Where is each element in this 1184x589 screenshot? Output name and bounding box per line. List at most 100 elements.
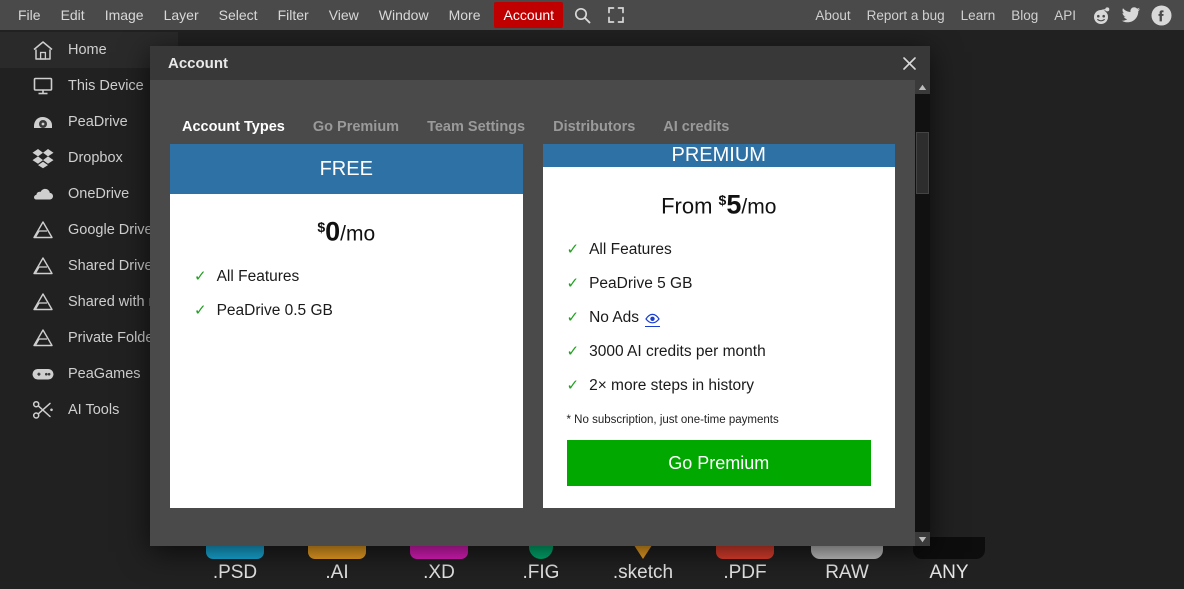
format-label: .XD (423, 561, 455, 585)
check-icon: ✓ (194, 267, 207, 285)
dialog-content: Account Types Go Premium Team Settings D… (150, 80, 915, 546)
plan-cards: FREE $0/mo ✓ All Features (150, 144, 915, 508)
menu-image[interactable]: Image (95, 2, 154, 28)
gamepad-icon (30, 362, 56, 386)
format-label: RAW (825, 561, 869, 585)
feature-item: ✓ 2× more steps in history (567, 376, 872, 395)
check-icon: ✓ (194, 301, 207, 319)
scissors-icon (30, 398, 56, 422)
sidebar-item-label: Dropbox (68, 150, 123, 166)
plan-features-free: ✓ All Features ✓ PeaDrive 0.5 GB (170, 267, 523, 335)
tab-account-types[interactable]: Account Types (170, 115, 297, 139)
sidebar-item-label: Private Folder (68, 330, 158, 346)
currency-symbol: $ (317, 219, 325, 235)
menu-file[interactable]: File (8, 2, 51, 28)
plan-header-premium: PREMIUM (543, 144, 896, 167)
format-label: .sketch (613, 561, 673, 585)
price-period: /mo (741, 195, 776, 218)
feature-item: ✓ 3000 AI credits per month (567, 342, 872, 361)
plan-card-free: FREE $0/mo ✓ All Features (170, 144, 523, 508)
format-label: ANY (929, 561, 968, 585)
dialog-body: Account Types Go Premium Team Settings D… (150, 80, 930, 546)
plan-features-premium: ✓ All Features ✓ PeaDrive 5 GB ✓ No Ads (543, 240, 896, 410)
dialog-title-bar: Account (150, 46, 930, 80)
sidebar-item-label: Home (68, 42, 107, 58)
sidebar-item-label: PeaGames (68, 366, 141, 382)
format-label: .FIG (523, 561, 560, 585)
price-amount: 0 (325, 216, 340, 246)
cloud-icon (30, 182, 56, 206)
plan-price-premium: From $5/mo (543, 183, 896, 224)
dialog-title: Account (168, 55, 228, 72)
menu-select[interactable]: Select (209, 2, 268, 28)
facebook-icon[interactable] (1148, 2, 1174, 28)
sidebar-item-label: This Device (68, 78, 144, 94)
reddit-icon[interactable] (1088, 2, 1114, 28)
feature-label: All Features (217, 268, 300, 286)
feature-label: PeaDrive 0.5 GB (217, 302, 333, 320)
sidebar-item-label: PeaDrive (68, 114, 128, 130)
link-api[interactable]: API (1046, 4, 1084, 27)
format-label: .AI (325, 561, 348, 585)
check-icon: ✓ (567, 274, 580, 292)
scrollbar-track[interactable] (915, 94, 930, 532)
plan-header-free: FREE (170, 144, 523, 194)
feature-item: ✓ All Features (567, 240, 872, 259)
dropbox-icon (30, 146, 56, 170)
check-icon: ✓ (567, 240, 580, 258)
link-about[interactable]: About (807, 4, 858, 27)
feature-label: All Features (589, 241, 672, 259)
plan-card-premium: PREMIUM From $5/mo ✓ All Features (543, 144, 896, 508)
feature-label: PeaDrive 5 GB (589, 275, 692, 293)
feature-label: No Ads (589, 309, 639, 327)
menu-more[interactable]: More (439, 2, 491, 28)
plan-price-free: $0/mo (170, 210, 523, 251)
price-prefix: From (661, 193, 718, 218)
google-drive-icon (30, 218, 56, 242)
google-drive-icon (30, 254, 56, 278)
menu-view[interactable]: View (319, 2, 369, 28)
link-learn[interactable]: Learn (953, 4, 1004, 27)
menu-window[interactable]: Window (369, 2, 439, 28)
drive-icon (30, 110, 56, 134)
top-menu-bar: File Edit Image Layer Select Filter View… (0, 0, 1184, 30)
check-icon: ✓ (567, 308, 580, 326)
scroll-down-arrow-icon[interactable] (915, 532, 930, 546)
go-premium-button[interactable]: Go Premium (567, 440, 872, 486)
link-report-a-bug[interactable]: Report a bug (859, 4, 953, 27)
twitter-icon[interactable] (1118, 2, 1144, 28)
sidebar-item-label: Google Drive (68, 222, 153, 238)
account-dialog: Account Account Types Go Premium Team Se… (150, 46, 930, 546)
tab-ai-credits[interactable]: AI credits (651, 115, 741, 139)
feature-label: 2× more steps in history (589, 377, 754, 395)
close-icon[interactable] (896, 50, 922, 76)
application-window: File Edit Image Layer Select Filter View… (0, 0, 1184, 589)
price-period: /mo (340, 222, 375, 245)
menu-filter[interactable]: Filter (268, 2, 319, 28)
dialog-scrollbar[interactable] (915, 80, 930, 546)
link-blog[interactable]: Blog (1003, 4, 1046, 27)
account-button[interactable]: Account (494, 2, 563, 28)
menu-edit[interactable]: Edit (51, 2, 95, 28)
menu-bar-right-group: About Report a bug Learn Blog API (807, 2, 1184, 28)
sidebar-item-label: Shared Drives (68, 258, 160, 274)
format-label: .PDF (723, 561, 766, 585)
menu-bar-left-group: File Edit Image Layer Select Filter View… (0, 2, 631, 28)
feature-label: 3000 AI credits per month (589, 343, 766, 361)
feature-item: ✓ PeaDrive 0.5 GB (194, 301, 499, 320)
tab-team-settings[interactable]: Team Settings (415, 115, 537, 139)
subscription-note: * No subscription, just one-time payment… (543, 414, 896, 426)
menu-layer[interactable]: Layer (154, 2, 209, 28)
sidebar-item-label: OneDrive (68, 186, 129, 202)
scrollbar-thumb[interactable] (916, 132, 929, 194)
monitor-icon (30, 74, 56, 98)
eye-icon[interactable] (645, 310, 660, 327)
tab-distributors[interactable]: Distributors (541, 115, 647, 139)
feature-item: ✓ No Ads (567, 308, 872, 327)
plan-body-premium: From $5/mo ✓ All Features ✓ PeaDrive 5 G… (543, 167, 896, 516)
fullscreen-icon[interactable] (601, 2, 631, 28)
scroll-up-arrow-icon[interactable] (915, 80, 930, 94)
search-icon[interactable] (567, 2, 597, 28)
dialog-tabs: Account Types Go Premium Team Settings D… (150, 80, 915, 144)
tab-go-premium[interactable]: Go Premium (301, 115, 411, 139)
